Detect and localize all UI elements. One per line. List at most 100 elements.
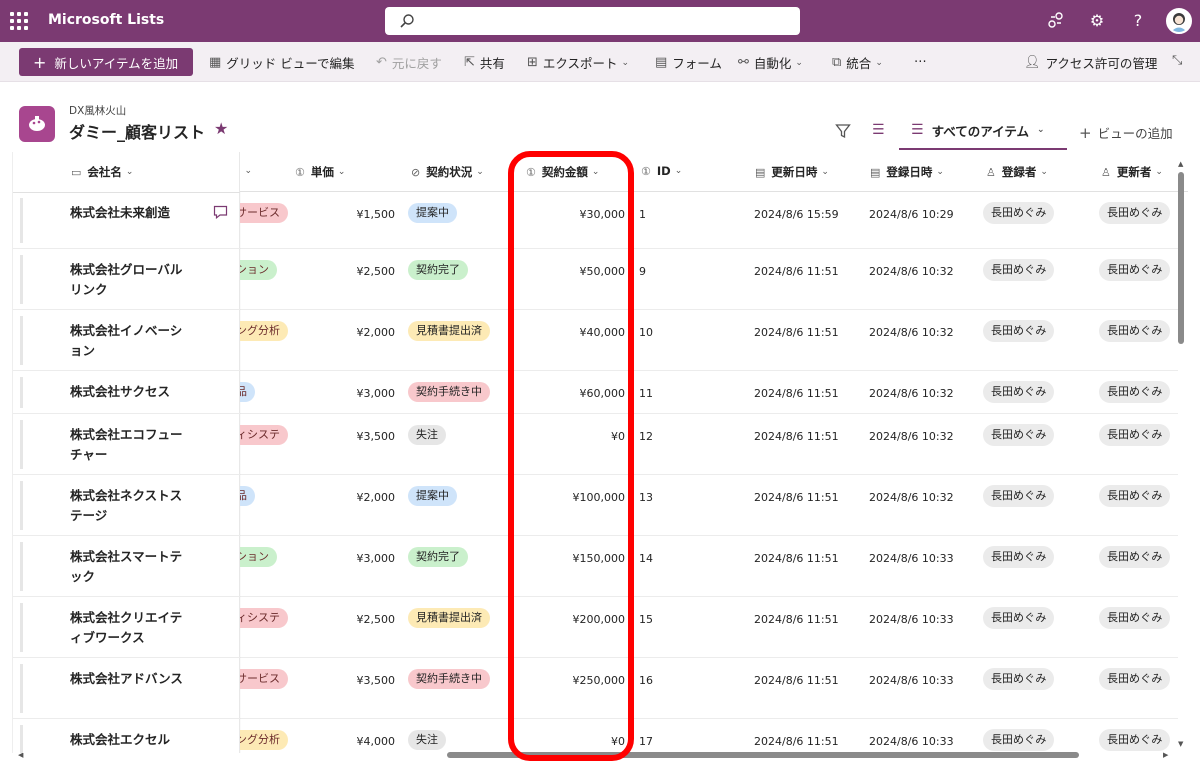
editor-persona[interactable]: 長田めぐみ xyxy=(1099,729,1171,751)
editor-persona[interactable]: 長田めぐみ xyxy=(1099,424,1171,446)
vertical-scroll-thumb[interactable] xyxy=(1178,172,1184,344)
editor-persona[interactable]: 長田めぐみ xyxy=(1099,668,1171,690)
unit-price-cell[interactable]: ¥1,500 xyxy=(343,208,396,221)
scroll-up-arrow-icon[interactable]: ▲ xyxy=(1178,160,1183,168)
company-name-cell[interactable]: 株式会社エクセル xyxy=(70,730,190,750)
column-header-status[interactable]: ⊘ 契約状況 ⌄ xyxy=(411,164,484,180)
editor-persona[interactable]: 長田めぐみ xyxy=(1099,607,1171,629)
frozen-row[interactable]: 株式会社イノベーション xyxy=(13,310,240,371)
id-cell[interactable]: 10 xyxy=(639,326,653,339)
company-name-cell[interactable]: 株式会社スマートテック xyxy=(70,547,190,587)
column-header-author[interactable]: ♙ 登録者 ⌄ xyxy=(986,164,1048,180)
add-view-button[interactable]: + ビューの追加 xyxy=(1079,123,1173,142)
unit-price-cell[interactable]: ¥2,000 xyxy=(343,491,396,504)
id-cell[interactable]: 13 xyxy=(639,491,653,504)
author-persona[interactable]: 長田めぐみ xyxy=(983,546,1055,568)
editor-persona[interactable]: 長田めぐみ xyxy=(1099,259,1171,281)
modified-cell[interactable]: 2024/8/6 11:51 xyxy=(754,674,839,687)
amount-cell[interactable]: ¥60,000 xyxy=(533,387,626,400)
app-launcher-icon[interactable] xyxy=(10,12,28,30)
created-cell[interactable]: 2024/8/6 10:32 xyxy=(869,491,954,504)
undo-button[interactable]: ↶ 元に戻す xyxy=(376,53,442,72)
amount-cell[interactable]: ¥0 xyxy=(533,735,625,748)
unit-price-cell[interactable]: ¥3,000 xyxy=(343,387,396,400)
horizontal-scroll-thumb[interactable] xyxy=(447,752,1079,758)
author-persona[interactable]: 長田めぐみ xyxy=(983,381,1055,403)
app-name[interactable]: Microsoft Lists xyxy=(48,12,164,28)
unit-price-cell[interactable]: ¥2,000 xyxy=(343,326,396,339)
modified-cell[interactable]: 2024/8/6 11:51 xyxy=(754,552,839,565)
company-name-cell[interactable]: 株式会社アドバンス xyxy=(70,669,190,689)
row-selector[interactable] xyxy=(20,603,23,652)
row-selector[interactable] xyxy=(20,664,23,713)
author-persona[interactable]: 長田めぐみ xyxy=(983,668,1055,690)
scroll-right-arrow-icon[interactable]: ▶ xyxy=(1163,751,1168,759)
more-button[interactable]: ⋯ xyxy=(914,53,927,68)
modified-cell[interactable]: 2024/8/6 15:59 xyxy=(754,208,839,221)
automate-button[interactable]: ⚯ 自動化 ⌄ xyxy=(738,53,803,72)
id-cell[interactable]: 16 xyxy=(639,674,653,687)
frozen-row[interactable]: 株式会社エコフューチャー xyxy=(13,414,240,475)
amount-cell[interactable]: ¥200,000 xyxy=(533,613,626,626)
settings-gear-icon[interactable]: ⚙ xyxy=(1087,11,1107,31)
modified-cell[interactable]: 2024/8/6 11:51 xyxy=(754,265,839,278)
frozen-row[interactable]: 株式会社エクセル xyxy=(13,719,240,753)
company-name-cell[interactable]: 株式会社サクセス xyxy=(70,382,190,402)
frozen-row[interactable]: 株式会社アドバンス xyxy=(13,658,240,719)
row-selector[interactable] xyxy=(20,725,23,753)
created-cell[interactable]: 2024/8/6 10:32 xyxy=(869,387,954,400)
favorite-star-icon[interactable]: ★ xyxy=(214,119,228,138)
scroll-down-arrow-icon[interactable]: ▼ xyxy=(1178,740,1183,748)
created-cell[interactable]: 2024/8/6 10:33 xyxy=(869,613,954,626)
modified-cell[interactable]: 2024/8/6 11:51 xyxy=(754,491,839,504)
unit-price-cell[interactable]: ¥2,500 xyxy=(343,265,396,278)
created-cell[interactable]: 2024/8/6 10:29 xyxy=(869,208,954,221)
manage-access-button[interactable]: 👤︎ アクセス許可の管理 xyxy=(1024,53,1157,72)
author-persona[interactable]: 長田めぐみ xyxy=(983,259,1055,281)
author-persona[interactable]: 長田めぐみ xyxy=(983,202,1055,224)
author-persona[interactable]: 長田めぐみ xyxy=(983,729,1055,751)
company-name-cell[interactable]: 株式会社イノベーション xyxy=(70,321,190,361)
created-cell[interactable]: 2024/8/6 10:32 xyxy=(869,265,954,278)
author-persona[interactable]: 長田めぐみ xyxy=(983,320,1055,342)
created-cell[interactable]: 2024/8/6 10:33 xyxy=(869,735,954,748)
row-selector[interactable] xyxy=(20,377,23,408)
modified-cell[interactable]: 2024/8/6 11:51 xyxy=(754,735,839,748)
modified-cell[interactable]: 2024/8/6 11:51 xyxy=(754,387,839,400)
created-cell[interactable]: 2024/8/6 10:33 xyxy=(869,674,954,687)
row-selector[interactable] xyxy=(20,255,23,304)
column-header-company[interactable]: ▭ 会社名 ⌄ xyxy=(71,164,133,180)
vertical-scrollbar[interactable] xyxy=(1177,160,1185,750)
author-persona[interactable]: 長田めぐみ xyxy=(983,424,1055,446)
row-selector[interactable] xyxy=(20,420,23,469)
search-input[interactable] xyxy=(385,7,800,35)
form-button[interactable]: ▤ フォーム xyxy=(655,53,722,72)
created-cell[interactable]: 2024/8/6 10:32 xyxy=(869,430,954,443)
integrate-button[interactable]: ⧉ 統合 ⌄ xyxy=(832,53,883,72)
modified-cell[interactable]: 2024/8/6 11:51 xyxy=(754,326,839,339)
frozen-row[interactable]: 株式会社ネクストステージ xyxy=(13,475,240,536)
editor-persona[interactable]: 長田めぐみ xyxy=(1099,546,1171,568)
editor-persona[interactable]: 長田めぐみ xyxy=(1099,485,1171,507)
company-name-cell[interactable]: 株式会社エコフューチャー xyxy=(70,425,190,465)
avatar[interactable] xyxy=(1166,8,1192,34)
id-cell[interactable]: 14 xyxy=(639,552,653,565)
amount-cell[interactable]: ¥40,000 xyxy=(533,326,626,339)
column-header-amount[interactable]: ① 契約金額 ⌄ xyxy=(526,164,599,180)
grid-edit-button[interactable]: ▦ グリッド ビューで編集 xyxy=(209,53,355,72)
unit-price-cell[interactable]: ¥2,500 xyxy=(343,613,396,626)
amount-cell[interactable]: ¥100,000 xyxy=(533,491,626,504)
filter-icon[interactable] xyxy=(835,123,851,143)
amount-cell[interactable]: ¥50,000 xyxy=(533,265,626,278)
modified-cell[interactable]: 2024/8/6 11:51 xyxy=(754,430,839,443)
amount-cell[interactable]: ¥250,000 xyxy=(533,674,626,687)
collapse-icon[interactable]: ⤡ xyxy=(1172,53,1187,68)
unit-price-cell[interactable]: ¥3,000 xyxy=(343,552,396,565)
company-name-cell[interactable]: 株式会社ネクストステージ xyxy=(70,486,190,526)
unit-price-cell[interactable]: ¥4,000 xyxy=(343,735,396,748)
help-icon[interactable]: ? xyxy=(1128,11,1148,31)
author-persona[interactable]: 長田めぐみ xyxy=(983,485,1055,507)
id-cell[interactable]: 12 xyxy=(639,430,653,443)
column-header-created[interactable]: ▤ 登録日時 ⌄ xyxy=(870,164,944,180)
company-name-cell[interactable]: 株式会社クリエイティブワークス xyxy=(70,608,190,648)
